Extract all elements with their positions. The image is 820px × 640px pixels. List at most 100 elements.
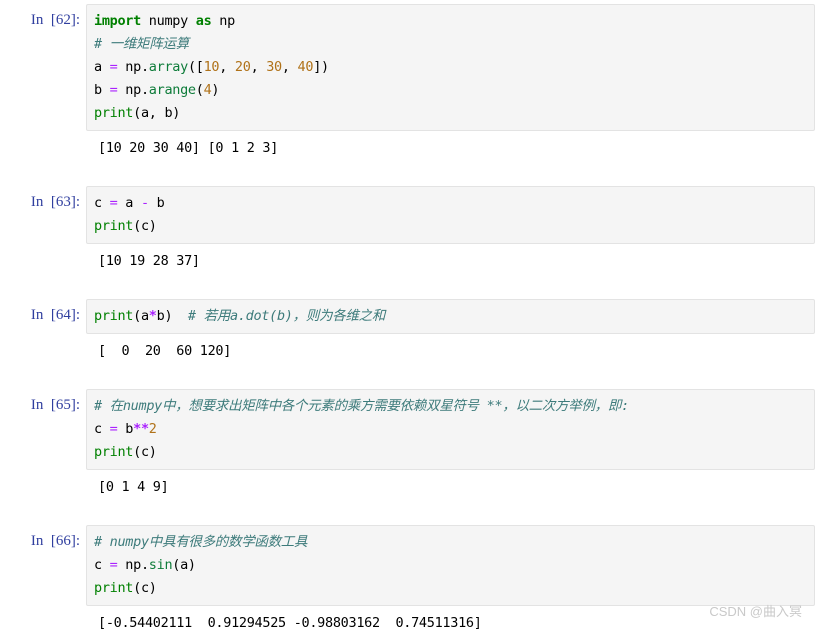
code-token: ,: [250, 59, 267, 75]
code-token: # 在numpy中，想要求出矩阵中各个元素的乘方需要依赖双星符号 **，以二次方…: [94, 398, 629, 414]
code-line: print(c): [94, 441, 810, 464]
output-line: [10 19 28 37]: [98, 253, 200, 269]
cell-spacer: [0, 278, 820, 299]
code-token: 40: [297, 59, 314, 75]
code-token: print: [94, 105, 134, 121]
code-token: -: [140, 195, 149, 211]
output-text-area: [10 20 30 40] [0 1 2 3]: [86, 131, 815, 165]
notebook-cell: In [64]: print(a*b) # 若用a.dot(b)，则为各维之和: [0, 299, 820, 334]
code-token: .: [140, 59, 149, 75]
cell-output: [0 1 4 9]: [0, 470, 820, 504]
cell-output: [-0.54402111 0.91294525 -0.98803162 0.74…: [0, 606, 820, 640]
notebook-cell: In [66]: # numpy中具有很多的数学函数工具 c = np.sin(a)…: [0, 525, 820, 606]
cell-spacer: [0, 504, 820, 525]
code-token: 20: [234, 59, 251, 75]
code-token: c: [94, 557, 110, 573]
code-token: b: [117, 421, 134, 437]
output-line: [10 20 30 40] [0 1 2 3]: [98, 140, 279, 156]
cell-output: [10 20 30 40] [0 1 2 3]: [0, 131, 820, 165]
code-input-area[interactable]: print(a*b) # 若用a.dot(b)，则为各维之和: [86, 299, 815, 334]
input-prompt: In [64]:: [30, 307, 80, 323]
code-line: b = np.arange(4): [94, 79, 810, 102]
code-token: np: [117, 557, 141, 573]
code-token: 10: [203, 59, 220, 75]
output-text-area: [ 0 20 60 120]: [86, 334, 815, 368]
code-token: (: [195, 82, 204, 98]
code-token: ,: [281, 59, 298, 75]
output-line: [ 0 20 60 120]: [98, 343, 232, 359]
code-token: print: [94, 308, 134, 324]
code-token: c: [94, 421, 110, 437]
code-token: (a): [172, 557, 196, 573]
code-token: numpy: [140, 13, 196, 29]
cell-spacer: [0, 368, 820, 389]
code-input-area[interactable]: # numpy中具有很多的数学函数工具 c = np.sin(a) print(c): [86, 525, 815, 606]
code-token: *: [148, 308, 157, 324]
output-prompt: [0, 131, 86, 159]
code-line: # numpy中具有很多的数学函数工具: [94, 531, 810, 554]
code-token: a: [117, 195, 141, 211]
code-token: ): [211, 82, 220, 98]
code-token: array: [148, 59, 188, 75]
code-input-area[interactable]: # 在numpy中，想要求出矩阵中各个元素的乘方需要依赖双星符号 **，以二次方…: [86, 389, 815, 470]
csdn-watermark: CSDN @曲入冥: [709, 604, 802, 619]
code-input-area[interactable]: import numpy as np # 一维矩阵运算 a = np.array([…: [86, 4, 815, 131]
code-token: sin: [148, 557, 173, 573]
code-line: c = b**2: [94, 418, 810, 441]
code-line: import numpy as np: [94, 10, 810, 33]
notebook-cell: In [65]: # 在numpy中，想要求出矩阵中各个元素的乘方需要依赖双星符号…: [0, 389, 820, 470]
input-prompt: In [63]:: [30, 194, 80, 210]
code-line: c = a - b: [94, 192, 810, 215]
code-line: c = np.sin(a): [94, 554, 810, 577]
code-token: np: [211, 13, 235, 29]
code-token: .: [140, 557, 149, 573]
code-token: import: [94, 13, 141, 29]
code-token: (a, b): [133, 105, 181, 121]
code-token: (a: [133, 308, 149, 324]
code-token: # numpy中具有很多的数学函数工具: [94, 534, 308, 550]
cell-output: [10 19 28 37]: [0, 244, 820, 278]
output-text-area: [0 1 4 9]: [86, 470, 815, 504]
output-line: [0 1 4 9]: [98, 479, 169, 495]
code-token: **: [133, 421, 149, 437]
code-token: # 若用a.dot(b)，则为各维之和: [172, 308, 386, 324]
code-token: 2: [148, 421, 157, 437]
code-token: as: [195, 13, 212, 29]
output-text-area: [-0.54402111 0.91294525 -0.98803162 0.74…: [86, 606, 815, 640]
code-line: a = np.array([10, 20, 30, 40]): [94, 56, 810, 79]
code-token: print: [94, 218, 134, 234]
output-prompt: [0, 606, 86, 634]
cell-spacer: [0, 165, 820, 186]
code-token: print: [94, 444, 134, 460]
notebook-cell: In [62]: import numpy as np # 一维矩阵运算 a = np…: [0, 4, 820, 131]
input-prompt: In [62]:: [30, 12, 80, 28]
code-line: # 一维矩阵运算: [94, 33, 810, 56]
code-token: # 一维矩阵运算: [94, 36, 189, 52]
code-token: a: [94, 59, 110, 75]
output-prompt: [0, 470, 86, 498]
code-line: print(a, b): [94, 102, 810, 125]
output-prompt: [0, 334, 86, 362]
code-token: ([: [187, 59, 204, 75]
code-token: np: [117, 59, 141, 75]
code-token: .: [140, 82, 149, 98]
output-prompt: [0, 244, 86, 272]
code-input-area[interactable]: c = a - b print(c): [86, 186, 815, 244]
code-token: b: [148, 195, 165, 211]
code-token: (c): [133, 580, 157, 596]
code-token: (c): [133, 218, 157, 234]
code-token: 30: [266, 59, 282, 75]
code-token: ]): [313, 59, 329, 75]
code-token: ,: [219, 59, 235, 75]
output-text-area: [10 19 28 37]: [86, 244, 815, 278]
code-token: arange: [148, 82, 196, 98]
cell-output: [ 0 20 60 120]: [0, 334, 820, 368]
input-prompt: In [65]:: [30, 397, 80, 413]
code-token: c: [94, 195, 110, 211]
notebook-container: In [62]: import numpy as np # 一维矩阵运算 a = np…: [0, 0, 820, 640]
output-line: [-0.54402111 0.91294525 -0.98803162 0.74…: [98, 615, 482, 631]
code-line: print(c): [94, 577, 810, 600]
notebook-cell: In [63]: c = a - b print(c): [0, 186, 820, 244]
input-prompt: In [66]:: [30, 533, 80, 549]
code-line: print(a*b) # 若用a.dot(b)，则为各维之和: [94, 305, 810, 328]
